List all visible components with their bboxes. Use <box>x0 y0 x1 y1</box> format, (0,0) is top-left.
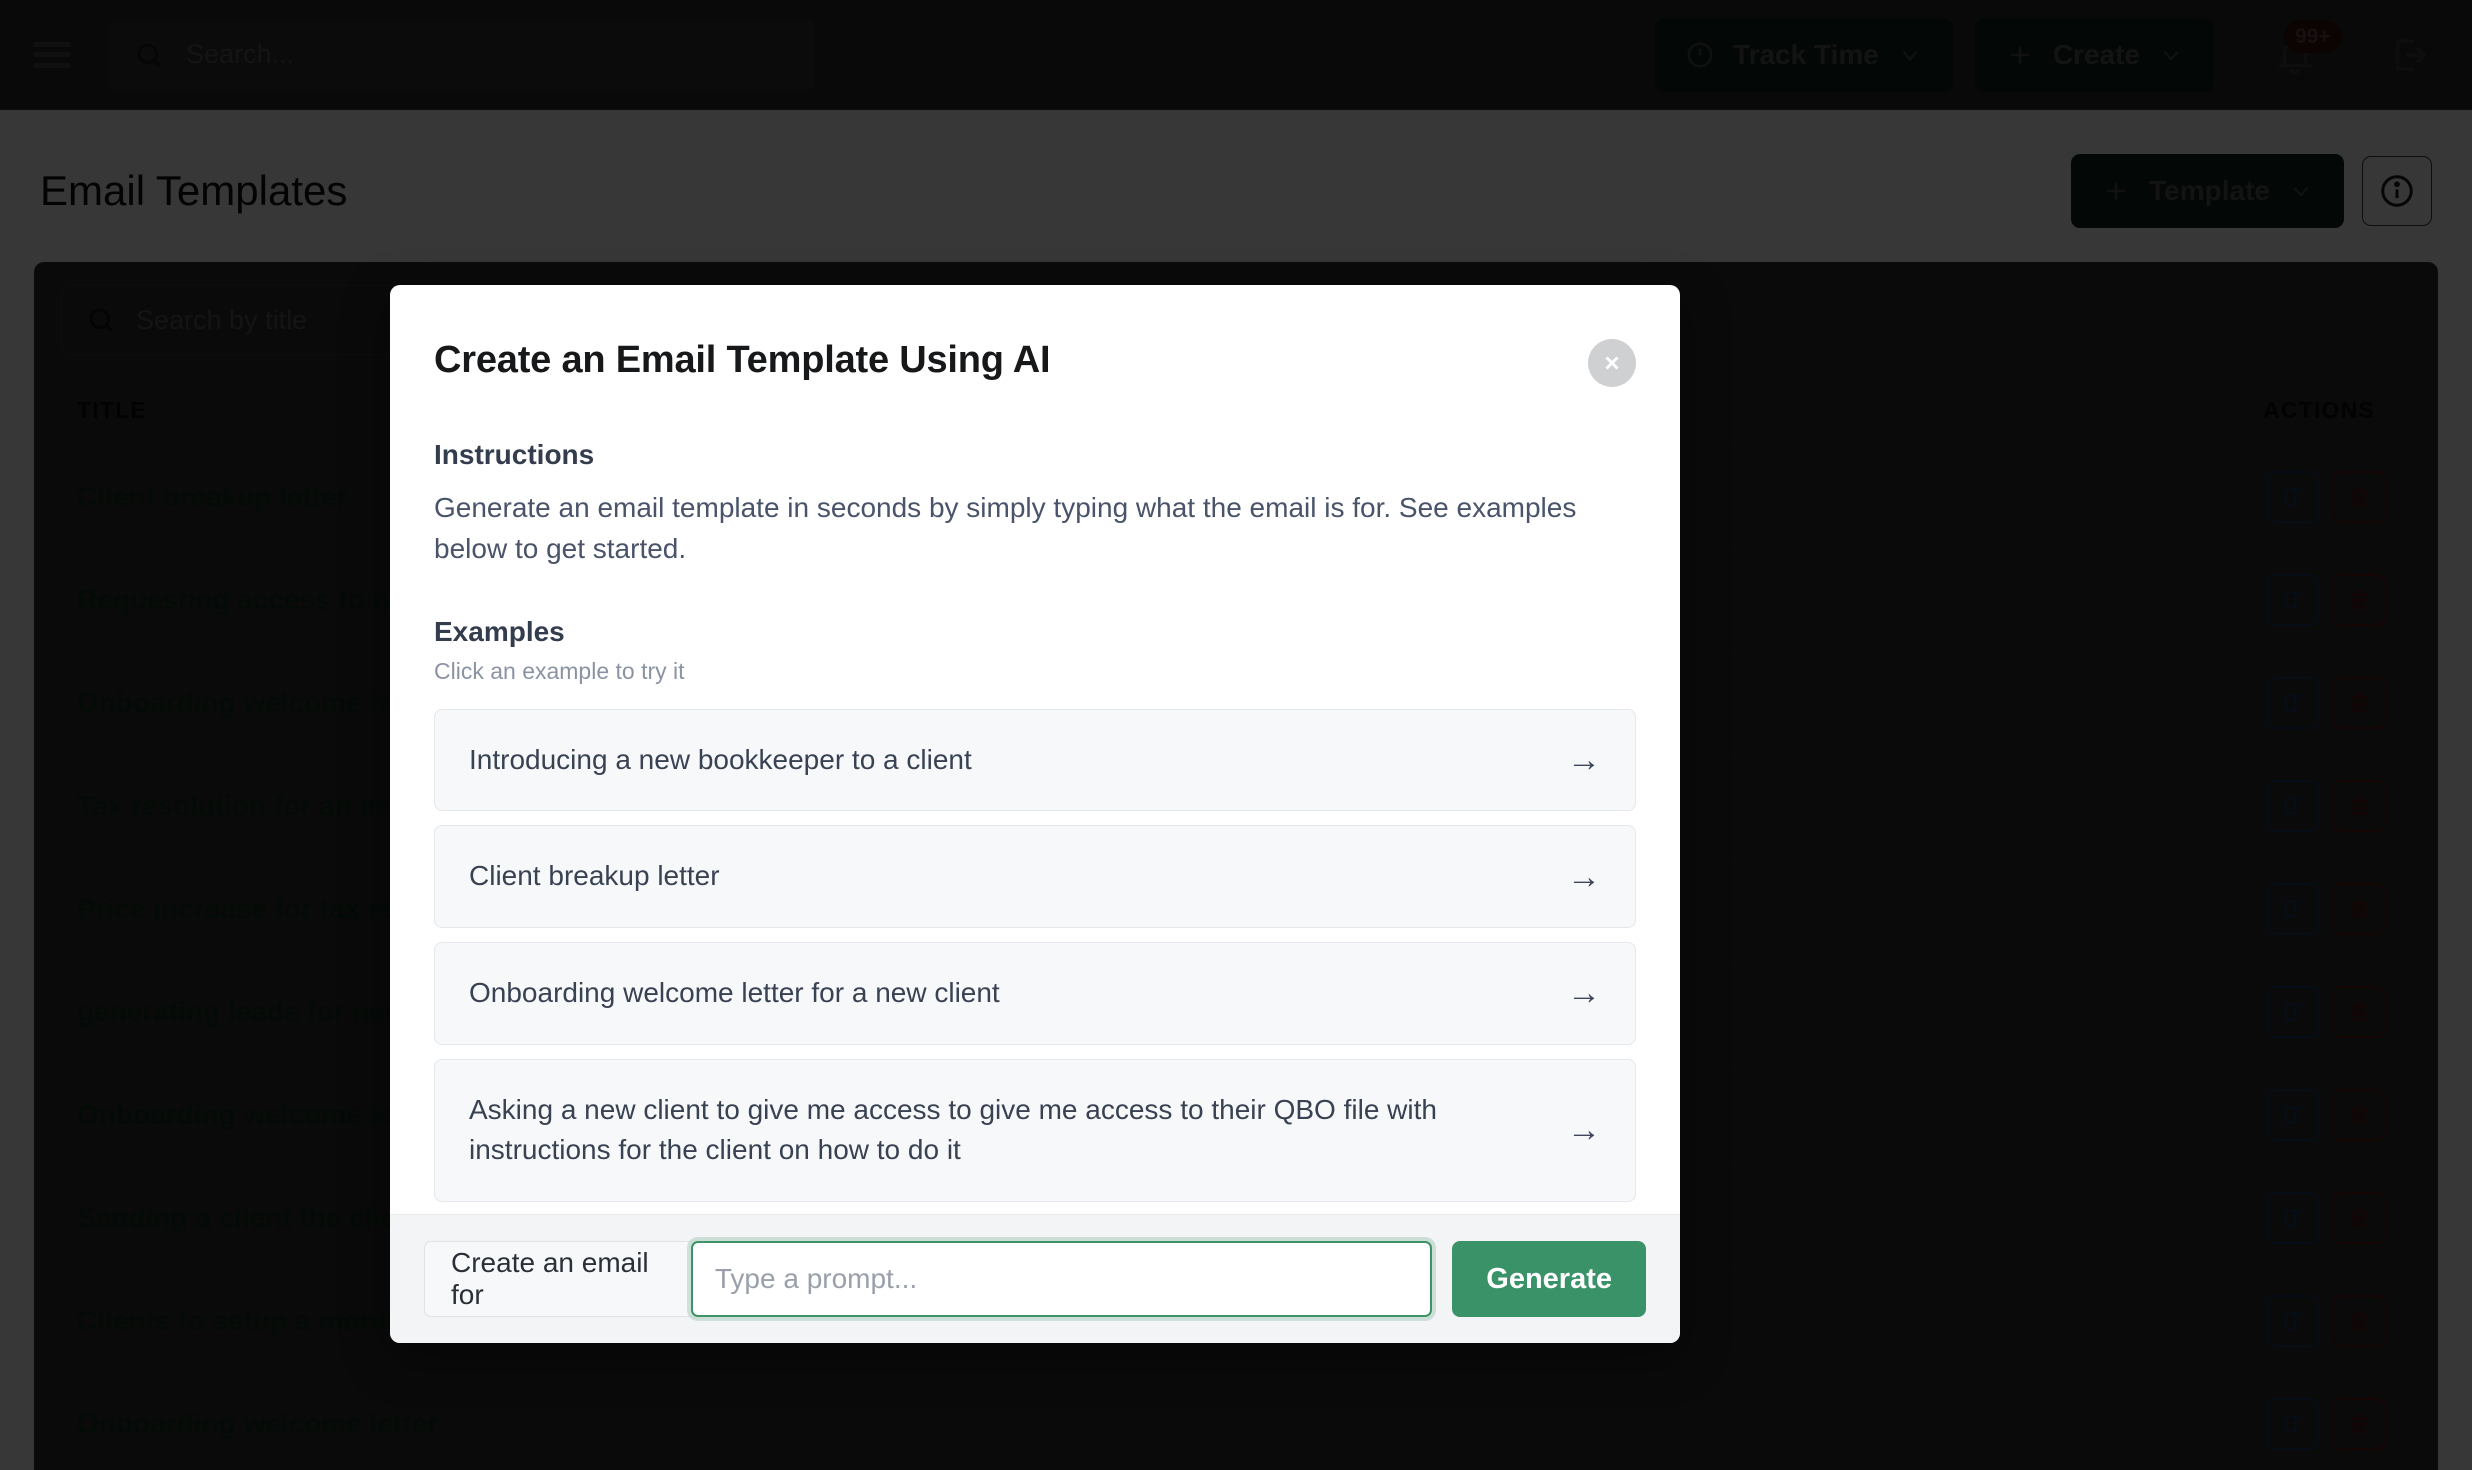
modal-header: Create an Email Template Using AI <box>434 339 1636 387</box>
example-text: Onboarding welcome letter for a new clie… <box>469 977 1000 1009</box>
examples-list: Introducing a new bookkeeper to a client… <box>434 708 1636 1202</box>
prompt-input[interactable] <box>690 1241 1433 1317</box>
prompt-group: Create an email for <box>424 1241 1433 1317</box>
examples-heading: Examples <box>434 615 565 647</box>
example-card[interactable]: Client breakup letter → <box>434 825 1636 929</box>
example-card[interactable]: Introducing a new bookkeeper to a client… <box>434 708 1636 812</box>
generate-button[interactable]: Generate <box>1452 1241 1646 1317</box>
close-icon <box>1605 356 1619 370</box>
examples-subtitle: Click an example to try it <box>434 657 685 684</box>
example-card[interactable]: Onboarding welcome letter for a new clie… <box>434 942 1636 1045</box>
instructions-text: Generate an email template in seconds by… <box>434 492 1577 565</box>
example-text: Asking a new client to give me access to… <box>469 1093 1437 1166</box>
arrow-right-icon: → <box>1567 1111 1601 1150</box>
modal-footer: Create an email for Generate <box>390 1214 1680 1343</box>
prompt-prefix-label: Create an email for <box>424 1241 691 1317</box>
modal-title: Create an Email Template Using AI <box>434 339 1051 381</box>
example-text: Introducing a new bookkeeper to a client <box>469 743 972 775</box>
screen: Search... Track Time Create <box>0 0 2472 1470</box>
modal-close-button[interactable] <box>1588 339 1636 387</box>
example-card[interactable]: Asking a new client to give me access to… <box>434 1058 1636 1202</box>
example-text: Client breakup letter <box>469 860 720 892</box>
arrow-right-icon: → <box>1567 741 1601 780</box>
instructions-heading: Instructions <box>434 439 595 470</box>
arrow-right-icon: → <box>1567 974 1601 1013</box>
modal-body: Create an Email Template Using AI Instru… <box>390 285 1680 1214</box>
arrow-right-icon: → <box>1567 857 1601 896</box>
ai-email-template-modal: Create an Email Template Using AI Instru… <box>390 285 1680 1343</box>
